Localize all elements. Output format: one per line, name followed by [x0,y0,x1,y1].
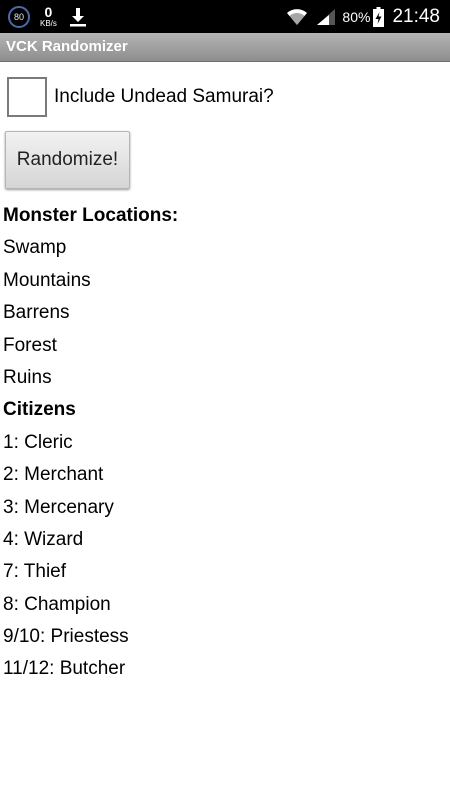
download-icon [69,7,86,26]
status-right: 80% 21:48 [286,4,440,29]
battery-charging-icon [373,6,385,27]
location-item: Ruins [3,366,52,388]
wifi-icon [287,8,308,25]
signal-icon [317,8,336,25]
battery-percent: 80% [342,8,371,25]
location-item: Swamp [3,237,67,259]
undead-samurai-label[interactable]: Include Undead Samurai? [54,86,274,108]
net-speed: 0 KB/s [40,5,57,28]
randomize-button[interactable]: Randomize! [5,131,130,189]
net-speed-unit: KB/s [40,19,57,28]
notification-badge: 80 [8,5,30,28]
location-item: Forest [3,334,57,356]
citizens-heading: Citizens [3,399,76,421]
monster-locations-heading: Monster Locations: [3,205,179,226]
status-left: 80 0 KB/s [8,4,87,29]
app-title: VCK Randomizer [6,38,128,55]
action-bar: VCK Randomizer [0,33,450,62]
citizen-item: 1: Cleric [3,431,73,453]
location-item: Barrens [3,302,70,324]
undead-samurai-option[interactable]: Include Undead Samurai? [7,77,274,117]
location-item: Mountains [3,269,91,291]
citizen-item: 8: Champion [3,593,111,615]
net-speed-value: 0 [44,4,53,20]
status-bar: 80 0 KB/s 80% 21:48 [0,0,450,33]
citizen-item: 4: Wizard [3,528,84,550]
clock: 21:48 [392,5,440,27]
citizen-item: 11/12: Butcher [3,658,126,680]
citizen-item: 3: Mercenary [3,496,114,518]
citizen-item: 9/10: Priestess [3,626,129,648]
citizen-item: 7: Thief [3,561,67,583]
results-list: Monster Locations: Swamp Mountains Barre… [3,200,443,686]
undead-samurai-checkbox[interactable] [7,77,47,117]
citizen-item: 2: Merchant [3,464,104,486]
